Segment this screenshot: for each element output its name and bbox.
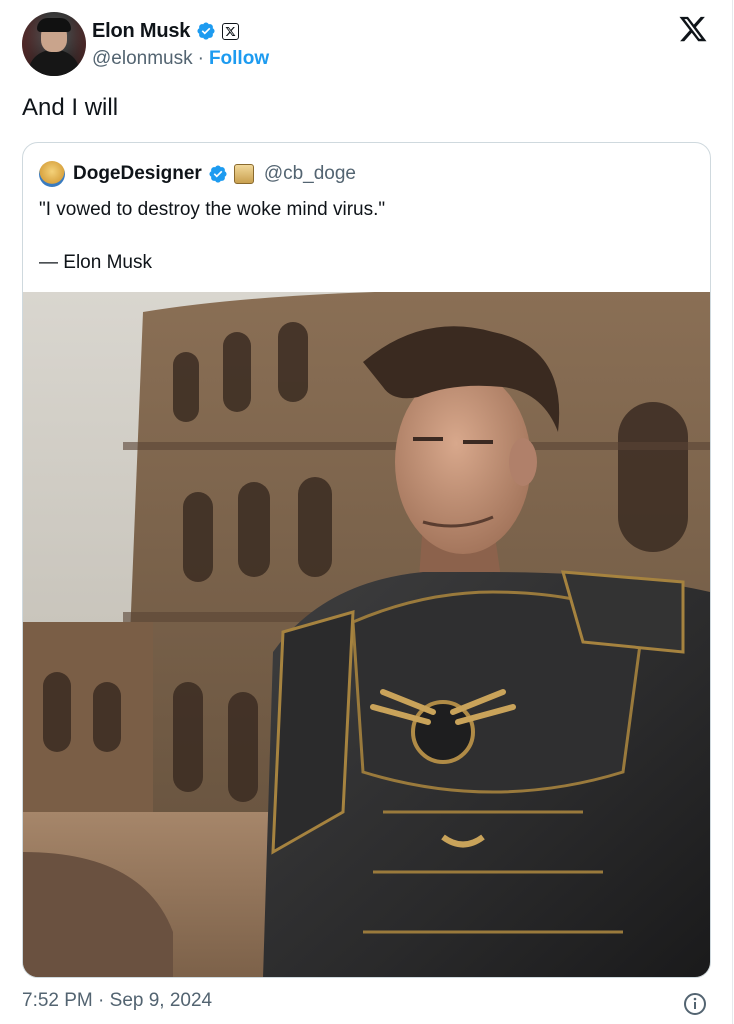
- quote-author-name[interactable]: DogeDesigner: [73, 163, 202, 185]
- quote-text-line: "I vowed to destroy the woke mind virus.…: [39, 199, 386, 220]
- quote-attribution: — Elon Musk: [39, 252, 152, 273]
- doge-badge-icon: [233, 164, 254, 184]
- tweet-text: And I will: [22, 94, 119, 121]
- separator: ·: [197, 48, 204, 69]
- author-handle[interactable]: @elonmusk: [92, 48, 193, 70]
- verified-badge-icon: [209, 165, 227, 183]
- author-name-row: Elon Musk: [92, 18, 240, 44]
- tweet-card: Elon Musk @elonmusk · Follow And I will …: [0, 0, 733, 1024]
- quote-author-handle: @cb_doge: [263, 163, 357, 184]
- quoted-tweet[interactable]: DogeDesigner @cb_doge "I vowed to destro…: [22, 142, 711, 978]
- info-icon[interactable]: [683, 992, 707, 1016]
- quote-author-avatar[interactable]: [39, 161, 65, 187]
- author-handle-row: @elonmusk · Follow: [92, 48, 269, 70]
- tweet-timestamp[interactable]: 7:52 PM · Sep 9, 2024: [22, 990, 212, 1012]
- author-avatar[interactable]: [22, 12, 86, 76]
- x-affiliate-badge-icon: [222, 22, 240, 40]
- follow-button[interactable]: Follow: [209, 48, 269, 70]
- quote-header: DogeDesigner @cb_doge: [39, 161, 356, 187]
- author-name[interactable]: Elon Musk: [92, 20, 190, 43]
- colosseum-portrait-illustration: [23, 292, 710, 977]
- quote-image[interactable]: [23, 292, 710, 977]
- verified-badge-icon: [197, 22, 215, 40]
- x-logo-icon[interactable]: [678, 14, 708, 44]
